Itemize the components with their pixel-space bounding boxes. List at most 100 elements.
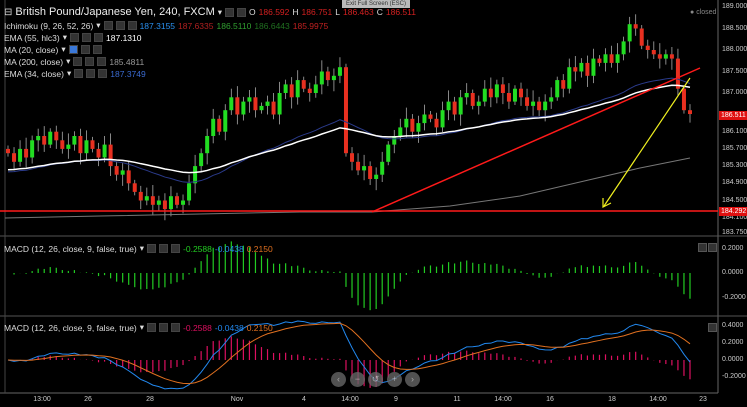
candle	[120, 170, 125, 175]
indicator-label[interactable]: Ichimoku (9, 26, 52, 26)	[4, 21, 93, 31]
candle	[162, 200, 167, 210]
candle	[488, 88, 493, 98]
low-label: L	[335, 7, 340, 17]
chevron-down-icon[interactable]: ▾	[140, 322, 144, 333]
indicator-label[interactable]: MA (20, close)	[4, 45, 58, 55]
time-label: 18	[608, 396, 616, 403]
zoom-out-button[interactable]: −	[350, 372, 365, 387]
collapse-icon[interactable]: ⊟	[4, 7, 12, 18]
candle	[126, 170, 131, 184]
pane-up-button[interactable]	[708, 323, 717, 332]
close-icon[interactable]	[171, 323, 181, 332]
pane-down-button[interactable]	[708, 243, 717, 252]
gear-icon[interactable]	[115, 21, 125, 30]
candle	[96, 148, 101, 158]
candle	[54, 131, 59, 141]
chart-window: Exit Full Screen (ESC) ● closed ⊟ Britis…	[0, 0, 747, 407]
candle	[331, 75, 336, 81]
candle	[428, 114, 433, 119]
chevron-down-icon[interactable]: ▾	[66, 56, 70, 67]
close-icon[interactable]	[171, 244, 181, 253]
chevron-down-icon[interactable]: ▾	[63, 32, 67, 43]
candle	[482, 88, 487, 102]
candle	[253, 97, 258, 111]
candle	[440, 110, 445, 128]
gear-icon[interactable]	[85, 57, 95, 66]
visibility-icon[interactable]	[147, 244, 157, 253]
candle	[585, 62, 590, 76]
macd2-histogram	[13, 336, 691, 388]
ema55-line	[7, 84, 691, 174]
indicator-label[interactable]: MACD (12, 26, close, 9, false, true)	[4, 244, 137, 254]
chevron-down-icon[interactable]: ▾	[61, 44, 65, 55]
candle	[633, 24, 638, 29]
indicator-label[interactable]: EMA (34, close)	[4, 69, 64, 79]
symbol-title[interactable]: British Pound/Japanese Yen, 240, FXCM	[15, 6, 214, 18]
candle	[66, 144, 71, 149]
candle	[78, 136, 83, 154]
macd2-axis-label: 0.4000	[722, 322, 744, 329]
candle	[12, 153, 17, 162]
visibility-icon[interactable]	[147, 323, 157, 332]
candle	[229, 97, 234, 111]
indicator-value: 185.4811	[109, 56, 145, 67]
indicator-label[interactable]: EMA (55, hlc3)	[4, 33, 60, 43]
time-label: 13:00	[33, 396, 51, 403]
reset-button[interactable]: ↺	[368, 372, 383, 387]
gear-icon[interactable]	[237, 7, 247, 17]
candle	[639, 28, 644, 46]
candle	[132, 183, 137, 192]
gear-icon[interactable]	[159, 244, 169, 253]
open-label: O	[249, 7, 256, 17]
chevron-down-icon[interactable]: ▾	[67, 68, 71, 79]
close-icon[interactable]	[127, 21, 137, 30]
chevron-down-icon[interactable]: ▾	[96, 20, 100, 31]
candle	[555, 80, 560, 98]
gear-icon[interactable]	[159, 323, 169, 332]
candle	[512, 88, 517, 102]
candle	[271, 101, 276, 115]
candle	[168, 196, 173, 210]
gear-icon[interactable]	[80, 45, 90, 54]
candle	[404, 118, 409, 128]
visibility-icon[interactable]	[70, 33, 80, 42]
time-label: 11	[453, 396, 461, 403]
close-icon[interactable]	[92, 45, 102, 54]
close-icon[interactable]	[94, 33, 104, 42]
chevron-down-icon[interactable]: ▾	[218, 7, 222, 18]
candle	[609, 54, 614, 63]
high-value: 186.751	[301, 7, 333, 17]
price-axis-label: 183.750	[722, 228, 747, 236]
visibility-icon[interactable]	[103, 21, 113, 30]
scroll-right-button[interactable]: ›	[405, 372, 420, 387]
scroll-left-button[interactable]: ‹	[331, 372, 346, 387]
candle	[621, 41, 626, 55]
chevron-down-icon[interactable]: ▾	[140, 243, 144, 254]
close-icon[interactable]	[98, 69, 108, 78]
pane-up-button[interactable]	[698, 243, 707, 252]
visibility-icon[interactable]	[68, 45, 78, 54]
gear-icon[interactable]	[82, 33, 92, 42]
price-axis-label: 184.900	[722, 179, 747, 187]
price-axis-label: 188.000	[722, 46, 747, 53]
indicator-label[interactable]: MA (200, close)	[4, 57, 63, 67]
indicator-value: 187.3749	[110, 68, 146, 79]
zoom-in-button[interactable]: +	[387, 372, 402, 387]
settings-icon[interactable]	[225, 7, 235, 17]
yellow-arrow	[603, 77, 691, 207]
visibility-icon[interactable]	[74, 69, 84, 78]
close-icon[interactable]	[97, 57, 107, 66]
candle	[603, 54, 608, 63]
candle	[645, 45, 650, 50]
gear-icon[interactable]	[86, 69, 96, 78]
candle	[525, 97, 530, 106]
indicator-label[interactable]: MACD (12, 26, close, 9, false, true)	[4, 323, 137, 333]
candle	[573, 67, 578, 72]
high-label: H	[292, 7, 299, 17]
low-value: 186.463	[343, 7, 374, 17]
visibility-icon[interactable]	[73, 57, 83, 66]
histogram-value: -0.2588	[183, 322, 212, 333]
candle	[156, 200, 161, 205]
close-value: 186.511	[385, 7, 416, 17]
indicator-ema34: EMA (34, close) ▾ 187.3749	[4, 68, 146, 79]
